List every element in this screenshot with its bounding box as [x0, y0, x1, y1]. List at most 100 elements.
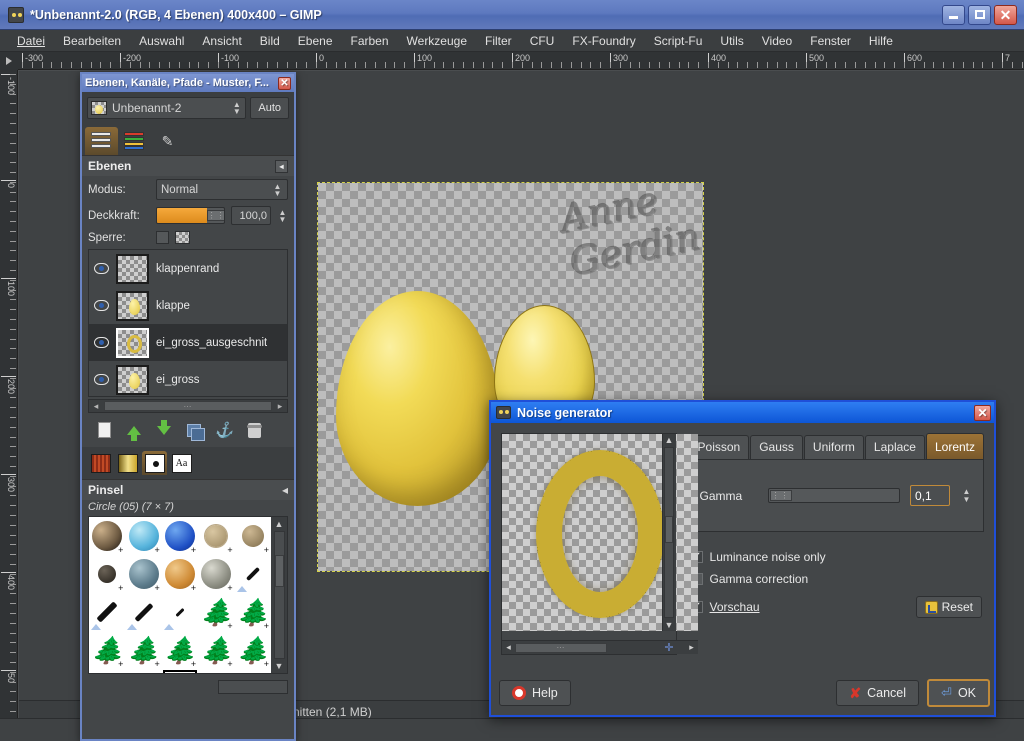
- gamma-slider-handle[interactable]: ⋮⋮: [769, 490, 792, 501]
- list-item[interactable]: 🌲 +: [125, 631, 161, 669]
- menu-datei[interactable]: Datei: [8, 32, 54, 50]
- menu-fx-foundry[interactable]: FX-Foundry: [563, 32, 644, 50]
- lower-layer-button[interactable]: [154, 419, 174, 439]
- delete-layer-button[interactable]: [244, 421, 264, 439]
- tab-paths[interactable]: ✎: [151, 127, 184, 155]
- list-item[interactable]: +: [198, 555, 234, 593]
- list-item[interactable]: +: [235, 517, 271, 555]
- new-layer-button[interactable]: [94, 421, 114, 439]
- list-item[interactable]: [125, 669, 161, 673]
- menu-werkzeuge[interactable]: Werkzeuge: [398, 32, 476, 50]
- cancel-button[interactable]: ✘ Cancel: [836, 680, 920, 706]
- menu-ebene[interactable]: Ebene: [289, 32, 342, 50]
- menu-bild[interactable]: Bild: [251, 32, 289, 50]
- mode-combo[interactable]: Normal ▲ ▼: [156, 179, 288, 200]
- lock-alpha-icon[interactable]: [175, 231, 190, 244]
- list-item[interactable]: 🌲 +: [162, 631, 198, 669]
- scroll-down-icon[interactable]: ▼: [275, 661, 284, 671]
- scroll-left-icon[interactable]: ◂: [89, 401, 103, 412]
- opacity-slider[interactable]: ⋮⋮: [156, 207, 225, 224]
- opacity-value-field[interactable]: 100,0: [231, 206, 271, 225]
- horizontal-ruler[interactable]: -300 -200 -100 0 100 200 300 400 500 600…: [18, 52, 1024, 70]
- menu-cfu[interactable]: CFU: [521, 32, 564, 50]
- eye-icon[interactable]: [94, 337, 109, 348]
- table-row[interactable]: klappenrand: [89, 250, 287, 287]
- eye-icon[interactable]: [94, 374, 109, 385]
- list-item[interactable]: +: [125, 555, 161, 593]
- gamma-spinner[interactable]: ▲ ▼: [960, 487, 973, 504]
- table-row[interactable]: klappe: [89, 287, 287, 324]
- list-item-selected-brush[interactable]: [162, 669, 198, 673]
- brush-grid-wrapper[interactable]: + + + + + + + + + 🌲 + 🌲 + 🌲 + 🌲 + 🌲 + 🌲 +: [88, 516, 288, 674]
- help-button[interactable]: Help: [499, 680, 571, 706]
- tab-gauss[interactable]: Gauss: [750, 435, 803, 459]
- tab-brushes[interactable]: [142, 451, 167, 475]
- tab-fonts[interactable]: Aa: [169, 451, 194, 475]
- preview-panel[interactable]: ▲ ▼ ◂ ⋯ ▸ ✛: [501, 433, 698, 655]
- list-item[interactable]: 🌲 +: [235, 593, 271, 631]
- table-row[interactable]: ei_gross_ausgeschnit: [89, 324, 287, 361]
- gamma-value-field[interactable]: 0,1: [910, 485, 950, 506]
- menu-bearbeiten[interactable]: Bearbeiten: [54, 32, 130, 50]
- preview-navigate-icon[interactable]: ✛: [662, 641, 676, 654]
- brush-footer-slot[interactable]: [218, 680, 288, 694]
- tab-laplace[interactable]: Laplace: [864, 435, 925, 459]
- menu-fenster[interactable]: Fenster: [801, 32, 860, 50]
- scroll-down-icon[interactable]: ▼: [665, 620, 674, 630]
- list-item[interactable]: [89, 593, 125, 631]
- list-item[interactable]: [198, 669, 234, 673]
- chevron-updown-icon[interactable]: ▲ ▼: [231, 101, 242, 116]
- tab-gradients[interactable]: [115, 451, 140, 475]
- menu-ansicht[interactable]: Ansicht: [193, 32, 250, 50]
- list-item[interactable]: +: [89, 555, 125, 593]
- eye-icon[interactable]: [94, 300, 109, 311]
- chevron-updown-icon[interactable]: ▲ ▼: [272, 182, 283, 197]
- raise-layer-button[interactable]: [124, 421, 144, 441]
- list-item[interactable]: [235, 555, 271, 593]
- menu-farben[interactable]: Farben: [342, 32, 398, 50]
- reset-button[interactable]: Reset: [915, 596, 982, 618]
- ok-button[interactable]: ⏎ OK: [927, 679, 990, 707]
- scroll-left-icon[interactable]: ◂: [502, 642, 515, 653]
- menu-utils[interactable]: Utils: [711, 32, 752, 50]
- minimize-button[interactable]: [942, 4, 965, 25]
- dock-close-button[interactable]: ✕: [278, 76, 291, 90]
- layer-list-hscrollbar[interactable]: ◂ ⋯ ▸: [88, 399, 288, 413]
- list-item[interactable]: +: [89, 517, 125, 555]
- duplicate-layer-button[interactable]: [184, 421, 205, 441]
- tab-layers[interactable]: [85, 127, 118, 155]
- list-item[interactable]: +: [198, 517, 234, 555]
- menu-hilfe[interactable]: Hilfe: [860, 32, 902, 50]
- list-item[interactable]: +: [162, 517, 198, 555]
- menu-filter[interactable]: Filter: [476, 32, 521, 50]
- ruler-origin-button[interactable]: [0, 52, 18, 70]
- tab-channels[interactable]: [118, 127, 151, 155]
- scrollbar-thumb[interactable]: ⋯: [515, 642, 607, 653]
- tab-patterns[interactable]: [88, 451, 113, 475]
- layer-list[interactable]: klappenrand klappe ei_gross_ausgeschnit …: [88, 249, 288, 397]
- list-item[interactable]: [125, 593, 161, 631]
- image-combo[interactable]: Unbenannt-2 ▲ ▼: [87, 97, 247, 119]
- menu-auswahl[interactable]: Auswahl: [130, 32, 193, 50]
- lock-pixels-checkbox[interactable]: [156, 231, 169, 244]
- gamma-correction-row[interactable]: Gamma correction: [689, 568, 984, 590]
- vertical-ruler[interactable]: -100 0 100 200 300 400 50: [0, 70, 18, 718]
- gamma-slider[interactable]: ⋮⋮: [767, 488, 900, 503]
- menu-script-fu[interactable]: Script-Fu: [645, 32, 712, 50]
- list-item[interactable]: 🌲 +: [89, 631, 125, 669]
- list-item[interactable]: +: [125, 517, 161, 555]
- scrollbar-track[interactable]: [273, 531, 285, 659]
- luminance-noise-row[interactable]: ✔ Luminance noise only: [689, 546, 984, 568]
- layers-menu-button[interactable]: ◂: [275, 159, 288, 173]
- opacity-spinner[interactable]: ▲ ▼: [277, 208, 288, 223]
- anchor-layer-button[interactable]: ⚓: [214, 421, 234, 439]
- scroll-right-icon[interactable]: ▸: [273, 401, 287, 412]
- list-item[interactable]: [235, 669, 271, 673]
- maximize-button[interactable]: [968, 4, 991, 25]
- auto-button[interactable]: Auto: [250, 97, 289, 119]
- table-row[interactable]: ei_gross: [89, 361, 287, 396]
- eye-icon[interactable]: [94, 263, 109, 274]
- preview-vscrollbar[interactable]: ▲ ▼: [661, 434, 676, 631]
- scroll-up-icon[interactable]: ▲: [275, 519, 284, 529]
- list-item[interactable]: 🌲 +: [198, 593, 234, 631]
